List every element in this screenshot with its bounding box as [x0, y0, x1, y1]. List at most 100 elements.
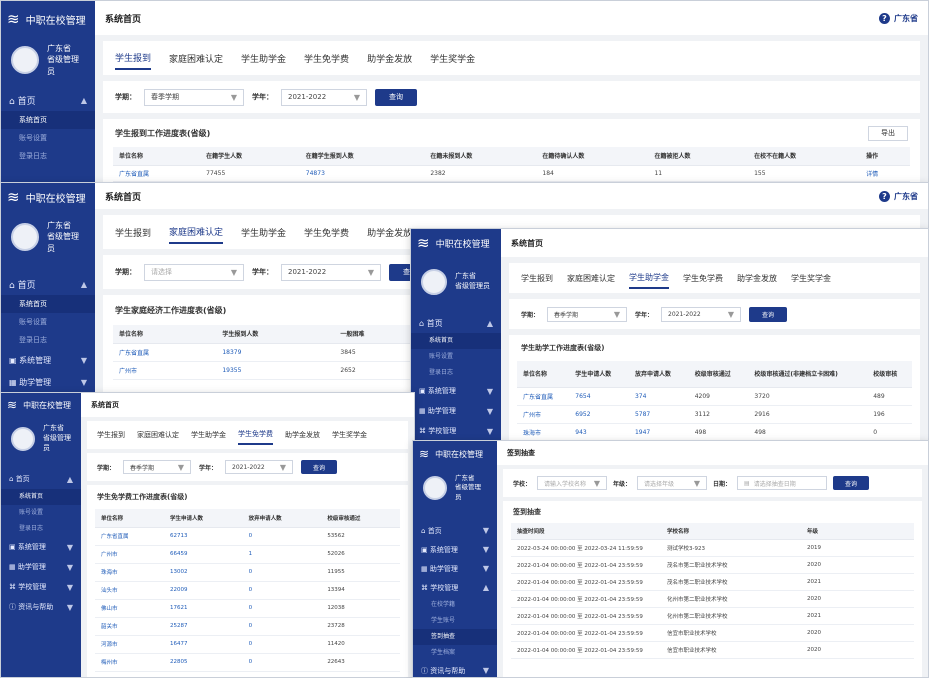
- year-select[interactable]: 2021-2022 ▼: [661, 306, 742, 322]
- col-header: 单位名称: [517, 361, 570, 388]
- tab-tuition-free[interactable]: 学生免学费: [683, 269, 723, 288]
- tab-student-grant[interactable]: 学生助学金: [629, 268, 669, 289]
- menu-system-home[interactable]: 系统首页: [1, 489, 81, 505]
- signin-table: 抽查时间段 学校名称 年级 2022-03-24 00:00:00 至 2022…: [511, 523, 914, 659]
- year-select[interactable]: 2021-2022 ▼: [281, 263, 381, 281]
- menu-login-log[interactable]: 登录日志: [1, 521, 81, 537]
- term-select[interactable]: 春季学期 ▼: [144, 88, 244, 106]
- menu-system-home[interactable]: 系统首页: [1, 295, 95, 313]
- tab-scholarship[interactable]: 学生奖学金: [791, 269, 831, 288]
- menu-system[interactable]: ▣ 系统管理 ▼: [411, 381, 501, 401]
- year-select[interactable]: 2021-2022 ▼: [281, 88, 367, 106]
- menu-account-settings[interactable]: 账号设置: [1, 129, 95, 147]
- menu-aid[interactable]: ▦ 助学管理 ▼: [1, 371, 95, 393]
- tab-scholarship[interactable]: 学生奖学金: [430, 48, 475, 69]
- menu-student-archive[interactable]: 学生档案: [413, 645, 497, 661]
- chevron-down-icon: ▼: [177, 462, 185, 472]
- menu-school[interactable]: ⌘ 学校管理 ▼: [1, 577, 81, 597]
- unit-link[interactable]: 广东省直属: [113, 165, 201, 182]
- menu-info[interactable]: ⓘ 资讯与帮助 ▼: [1, 597, 81, 617]
- school-select[interactable]: 请输入学校名称 ▼: [537, 476, 608, 490]
- tab-family-difficulty[interactable]: 家庭困难认定: [169, 221, 224, 244]
- menu-aid[interactable]: ▦ 助学管理 ▼: [1, 557, 81, 577]
- query-button[interactable]: 查询: [833, 476, 870, 490]
- menu-home[interactable]: ⌂ 首页 ▲: [1, 89, 95, 111]
- tab-student-grant[interactable]: 学生助学金: [241, 222, 286, 243]
- table-row: 2022-01-04 00:00:00 至 2022-01-04 23:59:5…: [511, 607, 914, 625]
- menu-home[interactable]: ⌂ 首页 ▼: [413, 521, 497, 540]
- menu-info[interactable]: ⓘ 资讯与帮助 ▼: [413, 661, 497, 677]
- province-label: 广东省: [455, 272, 476, 281]
- unit-link[interactable]: 广州市: [517, 405, 570, 424]
- tab-student-report[interactable]: 学生报到: [115, 222, 151, 243]
- menu-school-roll[interactable]: 在校学籍: [413, 597, 497, 613]
- unit-link[interactable]: 广州市: [113, 361, 217, 380]
- term-label: 学期：: [521, 311, 540, 319]
- date-picker[interactable]: ▤ 请选择抽查日期: [737, 476, 828, 490]
- menu-home[interactable]: ⌂ 首页 ▲: [1, 469, 81, 489]
- aid-icon: ▦: [421, 564, 428, 573]
- menu-system-home[interactable]: 系统首页: [411, 333, 501, 349]
- col-header: 在籍学生人数: [200, 147, 300, 166]
- menu-signin-check[interactable]: 签到抽查: [413, 629, 497, 645]
- unit-link[interactable]: 广东省直属: [113, 343, 217, 362]
- tab-family-difficulty[interactable]: 家庭困难认定: [567, 269, 615, 288]
- query-button[interactable]: 查询: [749, 306, 788, 322]
- term-select[interactable]: 春季学期 ▼: [547, 306, 628, 322]
- tab-student-report[interactable]: 学生报到: [97, 426, 125, 444]
- tab-student-grant[interactable]: 学生助学金: [191, 426, 226, 444]
- tab-tuition-free[interactable]: 学生免学费: [238, 425, 273, 445]
- term-select[interactable]: 请选择 ▼: [144, 263, 244, 281]
- col-header: 单位名称: [95, 509, 165, 528]
- menu-student-account[interactable]: 学生账号: [413, 613, 497, 629]
- menu-system[interactable]: ▣ 系统管理 ▼: [413, 540, 497, 559]
- report-table: 单位名称 学生申请人数 放弃申请人数 校级审核通过 校级审核通过(非建档立卡困难…: [517, 361, 912, 442]
- unit-link[interactable]: 广东省直属: [517, 387, 570, 406]
- chevron-down-icon: ▼: [693, 478, 701, 488]
- menu-system[interactable]: ▣ 系统管理 ▼: [1, 349, 95, 371]
- detail-link[interactable]: 详情: [860, 165, 910, 182]
- tab-grant-payout[interactable]: 助学金发放: [367, 48, 412, 69]
- query-button[interactable]: 查询: [375, 88, 417, 106]
- menu-login-log[interactable]: 登录日志: [1, 147, 95, 165]
- tab-grant-payout[interactable]: 助学金发放: [367, 222, 412, 243]
- chevron-down-icon: ▼: [486, 406, 493, 416]
- menu-system[interactable]: ▣ 系统管理 ▼: [1, 537, 81, 557]
- menu-home[interactable]: ⌂ 首页 ▲: [1, 273, 95, 295]
- grade-select[interactable]: 请选择年级 ▼: [637, 476, 708, 490]
- menu-system-home[interactable]: 系统首页: [1, 111, 95, 129]
- tab-student-report[interactable]: 学生报到: [521, 269, 553, 288]
- menu-home[interactable]: ⌂ 首页 ▲: [411, 313, 501, 333]
- tab-tuition-free[interactable]: 学生免学费: [304, 48, 349, 69]
- tab-grant-payout[interactable]: 助学金发放: [285, 426, 320, 444]
- help-link[interactable]: ? 广东省: [879, 190, 918, 202]
- top-bar: 系统首页 ? 广东省: [95, 1, 928, 35]
- unit-link[interactable]: 珠海市: [517, 423, 570, 442]
- tab-scholarship[interactable]: 学生奖学金: [332, 426, 367, 444]
- menu-login-log[interactable]: 登录日志: [411, 365, 501, 381]
- tab-student-grant[interactable]: 学生助学金: [241, 48, 286, 69]
- export-button[interactable]: 导出: [868, 125, 908, 141]
- help-link[interactable]: ? 广东省: [879, 12, 918, 24]
- home-icon: ⌂: [9, 96, 15, 107]
- filter-card: 学期： 春季学期 ▼ 学年： 2021-2022 ▼ 查询: [87, 453, 408, 481]
- menu-school[interactable]: ⌘ 学校管理 ▲: [413, 578, 497, 597]
- tab-student-report[interactable]: 学生报到: [115, 47, 152, 70]
- tab-family-difficulty[interactable]: 家庭困难认定: [169, 48, 223, 69]
- menu-login-log[interactable]: 登录日志: [1, 331, 95, 349]
- avatar: [423, 476, 447, 500]
- logo-icon: ≋: [7, 188, 20, 206]
- menu-aid[interactable]: ▦ 助学管理 ▼: [413, 559, 497, 578]
- menu-school[interactable]: ⌘ 学校管理 ▼: [411, 421, 501, 441]
- tab-tuition-free[interactable]: 学生免学费: [304, 222, 349, 243]
- menu-account-settings[interactable]: 账号设置: [411, 349, 501, 365]
- menu-aid[interactable]: ▦ 助学管理 ▼: [411, 401, 501, 421]
- menu-account-settings[interactable]: 账号设置: [1, 313, 95, 331]
- term-select[interactable]: 春季学期 ▼: [123, 460, 192, 474]
- query-button[interactable]: 查询: [301, 460, 338, 474]
- tab-family-difficulty[interactable]: 家庭困难认定: [137, 426, 179, 444]
- tab-grant-payout[interactable]: 助学金发放: [737, 269, 777, 288]
- year-select[interactable]: 2021-2022 ▼: [225, 460, 294, 474]
- menu-account-settings[interactable]: 账号设置: [1, 505, 81, 521]
- brand-name: 中职在校管理: [25, 193, 86, 205]
